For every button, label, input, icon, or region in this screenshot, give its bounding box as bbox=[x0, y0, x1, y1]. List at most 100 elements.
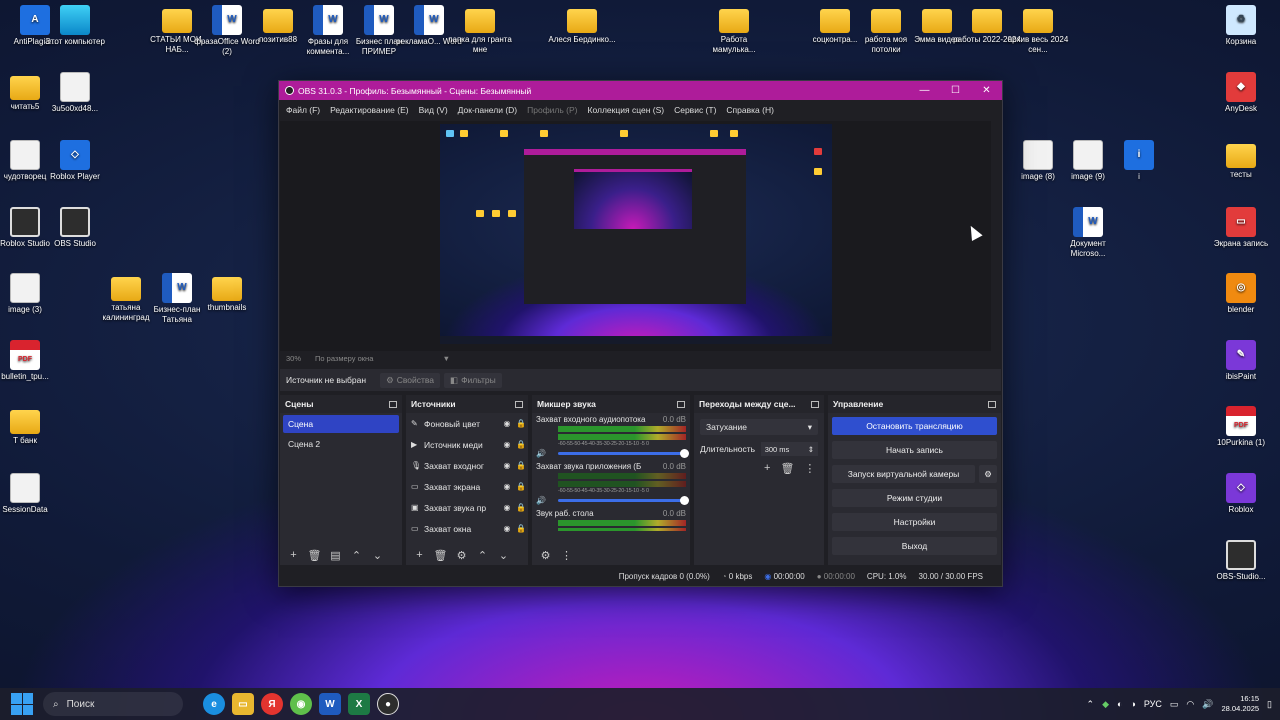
menu-scene-collection[interactable]: Коллекция сцен (S) bbox=[583, 105, 670, 115]
eye-icon[interactable]: ◉ bbox=[500, 419, 514, 428]
speaker-icon[interactable]: 🔊 bbox=[536, 496, 552, 505]
add-icon[interactable]: + bbox=[764, 462, 770, 475]
volume-slider[interactable] bbox=[558, 496, 689, 505]
more-icon[interactable]: ⋮ bbox=[804, 462, 815, 475]
volume-slider-handle[interactable] bbox=[680, 449, 689, 458]
preview-area[interactable] bbox=[280, 121, 991, 351]
studio-mode-button[interactable]: Режим студии bbox=[832, 489, 997, 507]
preview-canvas[interactable] bbox=[440, 124, 832, 344]
menu-view[interactable]: Вид (V) bbox=[414, 105, 453, 115]
desktop-icon[interactable]: OBS Studio bbox=[40, 207, 110, 249]
desktop-icon[interactable]: 3u5o0xd48... bbox=[40, 72, 110, 114]
excel-icon[interactable]: X bbox=[348, 693, 370, 715]
desktop-icon[interactable]: Алеся Бердинко... bbox=[547, 5, 617, 45]
settings-button[interactable]: Настройки bbox=[832, 513, 997, 531]
desktop-icon[interactable]: SessionData bbox=[0, 473, 60, 515]
add-icon[interactable]: + bbox=[410, 549, 429, 561]
yandex-browser-icon[interactable]: Я bbox=[261, 693, 283, 715]
menu-tools[interactable]: Сервис (T) bbox=[669, 105, 721, 115]
obs-taskbar-icon[interactable]: ● bbox=[377, 693, 399, 715]
undock-icon[interactable] bbox=[988, 400, 996, 408]
menu-help[interactable]: Справка (H) bbox=[721, 105, 779, 115]
desktop-icon[interactable]: тесты bbox=[1206, 140, 1276, 180]
source-item[interactable]: ✎ Фоновый цвет ◉ 🔒 bbox=[406, 413, 528, 434]
lock-icon[interactable]: 🔒 bbox=[514, 440, 528, 449]
filters-button[interactable]: ◧ Фильтры bbox=[444, 372, 502, 388]
clock[interactable]: 16:15 28.04.2025 bbox=[1222, 694, 1260, 714]
desktop-icon[interactable]: OBS-Studio... bbox=[1206, 540, 1276, 582]
edge-icon[interactable]: e bbox=[203, 693, 225, 715]
menu-file[interactable]: Файл (F) bbox=[281, 105, 325, 115]
file-explorer-icon[interactable]: ▭ bbox=[232, 693, 254, 715]
undock-icon[interactable] bbox=[811, 400, 819, 408]
scene-item[interactable]: Сцена bbox=[283, 415, 399, 433]
eye-icon[interactable]: ◉ bbox=[500, 503, 514, 512]
desktop-icon[interactable]: ◆ AnyDesk bbox=[1206, 72, 1276, 114]
speaker-icon[interactable]: 🔊 bbox=[536, 449, 552, 458]
menu-profile[interactable]: Профиль (P) bbox=[522, 105, 582, 115]
tray-app-icon[interactable]: ◑ bbox=[1130, 699, 1135, 709]
network-icon[interactable]: ▭ bbox=[1170, 699, 1179, 710]
desktop-icon[interactable]: Этот компьютер bbox=[40, 5, 110, 47]
volume-slider-handle[interactable] bbox=[680, 496, 689, 505]
trash-icon[interactable]: 🗑 bbox=[305, 549, 324, 562]
desktop-icon[interactable]: ◎ blender bbox=[1206, 273, 1276, 315]
start-record-button[interactable]: Начать запись bbox=[832, 441, 997, 459]
source-item[interactable]: ▭ Захват окна ◉ 🔒 bbox=[406, 518, 528, 539]
desktop-icon[interactable]: папка для гранта мне bbox=[445, 5, 515, 54]
undock-icon[interactable] bbox=[389, 400, 397, 408]
trash-icon[interactable]: 🗑 bbox=[431, 549, 450, 562]
zoom-mode-select[interactable]: По размеру окна ▼ bbox=[315, 354, 450, 363]
desktop-icon[interactable]: ♻ Корзина bbox=[1206, 5, 1276, 47]
desktop-icon[interactable]: image (3) bbox=[0, 273, 60, 315]
desktop-icon[interactable]: thumbnails bbox=[192, 273, 262, 313]
close-button[interactable]: ✕ bbox=[971, 81, 1002, 100]
arrow-up-icon[interactable]: ⌃ bbox=[473, 549, 492, 562]
gear-icon[interactable]: ⚙ bbox=[452, 549, 471, 562]
eye-icon[interactable]: ◉ bbox=[500, 482, 514, 491]
lock-icon[interactable]: 🔒 bbox=[514, 482, 528, 491]
chrome-icon[interactable]: ◉ bbox=[290, 693, 312, 715]
minimize-button[interactable]: — bbox=[909, 81, 940, 100]
desktop-icon[interactable]: W Документ Microso... bbox=[1053, 207, 1123, 258]
desktop-icon[interactable]: PDF 10Purkina (1) bbox=[1206, 406, 1276, 448]
word-icon[interactable]: W bbox=[319, 693, 341, 715]
spin-arrows-icon[interactable]: ⇕ bbox=[808, 445, 814, 454]
trash-icon[interactable]: 🗑 bbox=[780, 462, 794, 475]
start-button[interactable] bbox=[11, 693, 33, 715]
obs-window[interactable]: OBS 31.0.3 - Профиль: Безымянный - Сцены… bbox=[278, 80, 1003, 587]
maximize-button[interactable]: ☐ bbox=[940, 81, 971, 100]
add-icon[interactable]: + bbox=[284, 549, 303, 561]
stop-stream-button[interactable]: Остановить трансляцию bbox=[832, 417, 997, 435]
more-icon[interactable]: ⋮ bbox=[557, 549, 576, 562]
desktop-icon[interactable]: ▭ Экрана запись bbox=[1206, 207, 1276, 249]
properties-button[interactable]: ⚙ Свойства bbox=[380, 372, 441, 388]
volume-icon[interactable]: 🔊 bbox=[1202, 699, 1213, 710]
arrow-down-icon[interactable]: ⌄ bbox=[494, 549, 513, 562]
desktop-icon[interactable]: Работа мамулька... bbox=[699, 5, 769, 54]
desktop-icon[interactable]: Т банк bbox=[0, 406, 60, 446]
language-indicator[interactable]: РУС bbox=[1144, 699, 1162, 709]
tray-app-icon[interactable]: ◆ bbox=[1102, 699, 1109, 710]
arrow-up-icon[interactable]: ⌃ bbox=[347, 549, 366, 562]
filter-icon[interactable]: ▤ bbox=[326, 549, 345, 562]
eye-icon[interactable]: ◉ bbox=[500, 461, 514, 470]
desktop-icon[interactable]: ✎ ibisPaint bbox=[1206, 340, 1276, 382]
source-item[interactable]: ▶ Источник меди ◉ 🔒 bbox=[406, 434, 528, 455]
desktop-icon[interactable]: архив весь 2024 сен... bbox=[1003, 5, 1073, 54]
transition-select[interactable]: Затухание ▾ bbox=[700, 419, 818, 435]
desktop-icon[interactable]: ii bbox=[1104, 140, 1174, 182]
obs-titlebar[interactable]: OBS 31.0.3 - Профиль: Безымянный - Сцены… bbox=[279, 81, 1002, 100]
menu-edit[interactable]: Редактирование (E) bbox=[325, 105, 413, 115]
virtual-camera-button[interactable]: Запуск виртуальной камеры bbox=[832, 465, 975, 483]
lock-icon[interactable]: 🔒 bbox=[514, 503, 528, 512]
lock-icon[interactable]: 🔒 bbox=[514, 419, 528, 428]
eye-icon[interactable]: ◉ bbox=[500, 524, 514, 533]
desktop-icon[interactable]: PDF bulletin_tpu... bbox=[0, 340, 60, 382]
undock-icon[interactable] bbox=[515, 400, 523, 408]
notification-icon[interactable]: ▯ bbox=[1267, 699, 1272, 710]
arrow-down-icon[interactable]: ⌄ bbox=[368, 549, 387, 562]
exit-button[interactable]: Выход bbox=[832, 537, 997, 555]
source-item[interactable]: ▭ Захват экрана ◉ 🔒 bbox=[406, 476, 528, 497]
eye-icon[interactable]: ◉ bbox=[500, 440, 514, 449]
